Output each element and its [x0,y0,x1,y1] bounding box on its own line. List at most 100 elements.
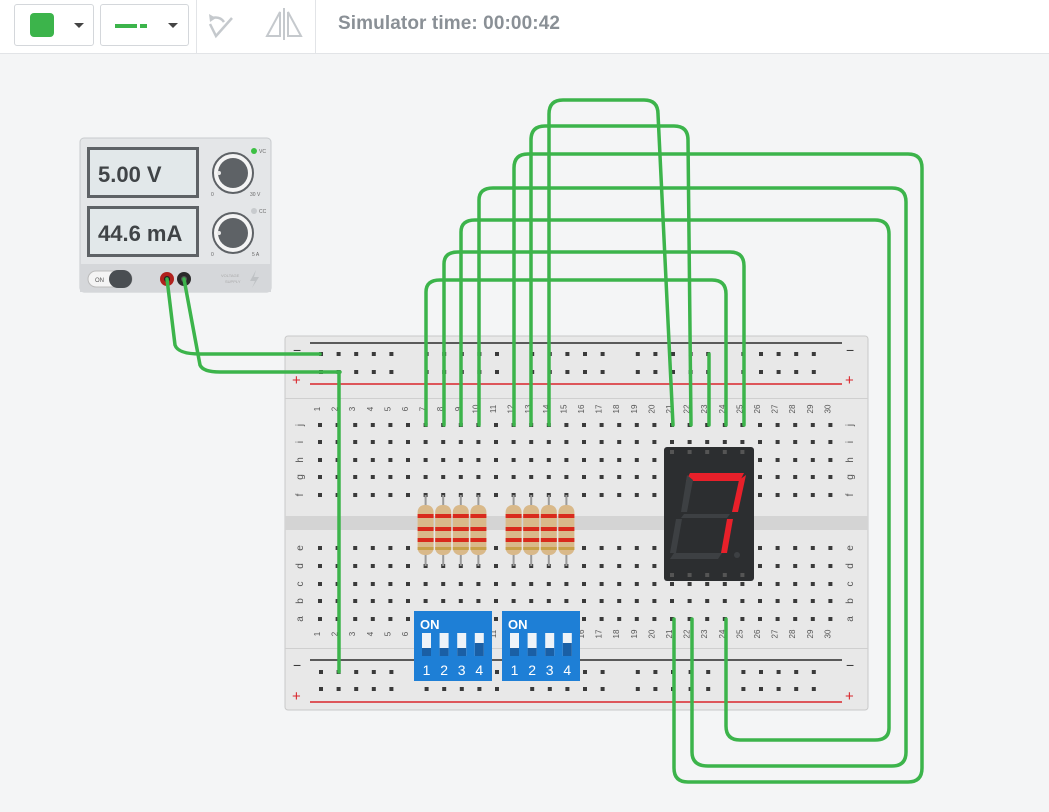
breadboard-hole[interactable] [370,564,375,568]
rail-hole[interactable] [759,370,763,374]
rail-hole[interactable] [371,670,376,674]
breadboard-hole[interactable] [599,599,604,603]
breadboard-hole[interactable] [441,599,446,603]
breadboard-hole[interactable] [441,440,446,444]
rail-hole[interactable] [495,687,499,691]
breadboard-hole[interactable] [599,458,604,462]
breadboard-hole[interactable] [353,599,358,603]
breadboard-hole[interactable] [758,440,762,444]
breadboard-hole[interactable] [617,564,622,568]
breadboard-hole[interactable] [370,493,375,497]
rail-hole[interactable] [794,370,799,374]
breadboard-hole[interactable] [793,582,798,586]
breadboard-hole[interactable] [388,458,393,462]
dip-switch[interactable]: ON 1 2 3 4 [414,611,492,681]
breadboard-hole[interactable] [617,617,622,621]
breadboard-hole[interactable] [582,564,586,568]
rail-hole[interactable] [741,687,746,691]
breadboard-hole[interactable] [476,440,481,444]
breadboard-hole[interactable] [494,458,498,462]
rail-hole[interactable] [759,670,763,674]
breadboard-hole[interactable] [406,475,410,479]
breadboard-hole[interactable] [599,582,604,586]
breadboard-hole[interactable] [529,599,534,603]
breadboard-hole[interactable] [634,582,639,586]
breadboard-hole[interactable] [406,617,410,621]
breadboard-hole[interactable] [652,599,657,603]
breadboard-hole[interactable] [353,546,358,550]
breadboard-hole[interactable] [599,617,604,621]
rail-hole[interactable] [583,352,587,356]
breadboard-hole[interactable] [353,423,358,427]
breadboard-hole[interactable] [423,475,428,479]
breadboard-hole[interactable] [511,475,516,479]
breadboard-hole[interactable] [353,564,358,568]
breadboard-hole[interactable] [617,458,622,462]
breadboard-hole[interactable] [494,599,498,603]
breadboard-hole[interactable] [652,440,657,444]
breadboard-hole[interactable] [318,582,322,586]
rail-hole[interactable] [653,670,658,674]
breadboard-hole[interactable] [793,599,798,603]
breadboard-hole[interactable] [758,458,762,462]
rail-hole[interactable] [459,687,464,691]
rail-hole[interactable] [741,670,746,674]
breadboard-hole[interactable] [494,617,498,621]
breadboard-hole[interactable] [582,493,586,497]
breadboard-hole[interactable] [740,582,745,586]
breadboard-hole[interactable] [582,475,586,479]
breadboard-hole[interactable] [353,582,358,586]
breadboard-hole[interactable] [828,493,833,497]
rail-hole[interactable] [389,370,394,374]
rail-hole[interactable] [794,670,799,674]
breadboard-hole[interactable] [634,564,639,568]
rail-hole[interactable] [776,352,781,356]
breadboard-hole[interactable] [388,564,393,568]
rail-hole[interactable] [319,687,323,691]
breadboard-hole[interactable] [546,582,551,586]
dip-switch[interactable]: ON 1 2 3 4 [502,611,580,681]
breadboard-hole[interactable] [458,475,463,479]
rail-hole[interactable] [811,670,816,674]
breadboard-hole[interactable] [388,423,393,427]
breadboard-hole[interactable] [828,564,833,568]
rail-hole[interactable] [530,687,535,691]
breadboard-hole[interactable] [529,440,534,444]
breadboard-hole[interactable] [388,475,393,479]
breadboard-hole[interactable] [687,582,692,586]
rail-hole[interactable] [706,670,711,674]
breadboard-hole[interactable] [546,458,551,462]
breadboard-hole[interactable] [423,582,428,586]
breadboard-hole[interactable] [758,493,762,497]
breadboard-hole[interactable] [828,546,833,550]
breadboard-hole[interactable] [546,599,551,603]
rail-hole[interactable] [776,670,781,674]
rail-hole[interactable] [635,687,640,691]
breadboard-hole[interactable] [458,599,463,603]
breadboard-hole[interactable] [775,423,780,427]
breadboard-hole[interactable] [388,599,393,603]
breadboard-hole[interactable] [599,546,604,550]
rail-hole[interactable] [811,687,816,691]
rail-hole[interactable] [565,687,570,691]
breadboard-hole[interactable] [476,599,481,603]
rail-hole[interactable] [635,670,640,674]
breadboard-hole[interactable] [582,582,586,586]
breadboard-hole[interactable] [511,458,516,462]
breadboard-hole[interactable] [617,475,622,479]
breadboard-hole[interactable] [634,617,639,621]
breadboard-hole[interactable] [793,440,798,444]
breadboard-hole[interactable] [406,599,410,603]
breadboard-hole[interactable] [705,599,710,603]
breadboard-hole[interactable] [406,546,410,550]
breadboard-hole[interactable] [370,599,375,603]
breadboard-hole[interactable] [406,564,410,568]
rail-hole[interactable] [635,352,640,356]
breadboard-hole[interactable] [546,475,551,479]
breadboard-hole[interactable] [370,440,375,444]
breadboard-hole[interactable] [810,458,815,462]
breadboard-hole[interactable] [705,582,710,586]
circuit-canvas[interactable]: 5.00 V 44.6 mA VC CC 0 30 V 0 5 A ON VOL… [0,54,1049,812]
breadboard-hole[interactable] [775,493,780,497]
rail-hole[interactable] [495,670,499,674]
